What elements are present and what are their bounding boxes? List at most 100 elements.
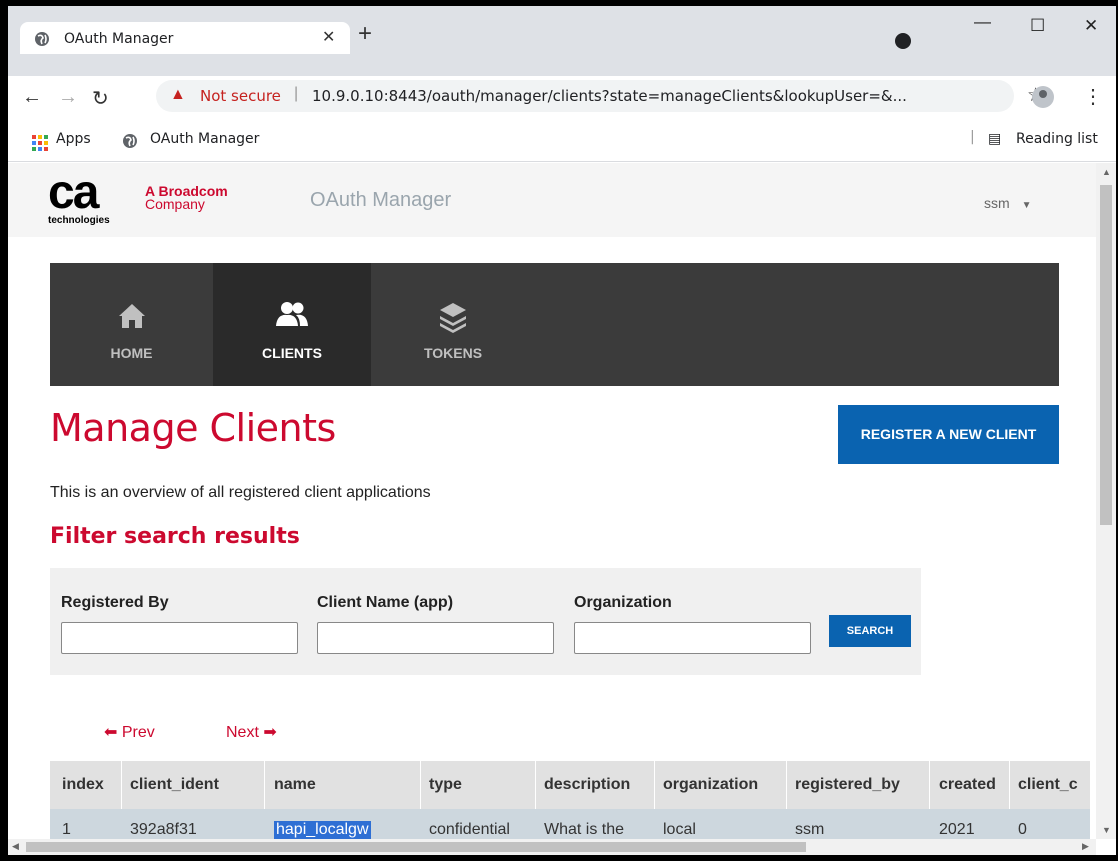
- nav-home[interactable]: HOME: [50, 263, 213, 386]
- bookmark-oauth-manager[interactable]: OAuth Manager: [150, 131, 259, 147]
- scrollbar-thumb[interactable]: [1100, 185, 1112, 525]
- scroll-left-icon[interactable]: ◀: [12, 841, 19, 852]
- arrow-left-icon: ⬅: [104, 724, 118, 741]
- main-nav: HOME CLIENTS TOKENS: [50, 263, 1059, 386]
- minimize-icon[interactable]: —: [974, 12, 991, 32]
- client-name-label: Client Name (app): [317, 594, 454, 611]
- organization-label: Organization: [574, 594, 672, 611]
- column-header[interactable]: created: [939, 776, 996, 794]
- page-description: This is an overview of all registered cl…: [50, 484, 431, 501]
- table-cell: 1: [62, 821, 71, 838]
- tab-strip: OAuth Manager ✕ + — ☐ ✕: [8, 6, 1116, 86]
- close-window-icon[interactable]: ✕: [1084, 16, 1098, 36]
- nav-clients[interactable]: CLIENTS: [213, 263, 371, 386]
- divider: |: [294, 85, 299, 102]
- users-icon: [276, 302, 308, 326]
- scroll-up-icon[interactable]: ▲: [1102, 167, 1111, 177]
- url-text[interactable]: 10.9.0.10:8443/oauth/manager/clients?sta…: [312, 87, 967, 105]
- browser-tab[interactable]: OAuth Manager ✕: [20, 22, 350, 54]
- close-icon[interactable]: ✕: [322, 27, 335, 47]
- table-row[interactable]: 1 392a8f31 hapi_localgw confidential Wha…: [50, 809, 1090, 839]
- more-menu-icon[interactable]: ⋮: [1083, 84, 1103, 109]
- globe-icon: [34, 31, 50, 52]
- logo-mark: ca: [48, 166, 99, 219]
- browser-toolbar: ← → ↻ ▲ Not secure | 10.9.0.10:8443/oaut…: [8, 76, 1116, 122]
- table-cell: 0: [1018, 821, 1027, 838]
- globe-icon: [122, 133, 138, 153]
- column-header[interactable]: name: [274, 776, 316, 794]
- table-cell: ssm: [795, 821, 825, 838]
- chevron-down-icon: ▼: [1021, 200, 1032, 211]
- page-content: ca technologies A Broadcom Company OAuth…: [8, 163, 1096, 839]
- column-header[interactable]: client_ident: [130, 776, 219, 794]
- table-header: index client_ident name type description…: [50, 761, 1090, 809]
- search-button[interactable]: SEARCH: [829, 615, 911, 647]
- prev-link[interactable]: ⬅ Prev: [104, 722, 155, 742]
- window-controls: — ☐ ✕: [966, 12, 1116, 46]
- back-icon[interactable]: ←: [22, 86, 42, 109]
- browser-window: OAuth Manager ✕ + — ☐ ✕ ← → ↻ ▲ Not secu…: [8, 6, 1116, 855]
- organization-input[interactable]: [574, 622, 811, 654]
- table-cell[interactable]: hapi_localgw: [274, 821, 371, 839]
- scroll-right-icon[interactable]: ▶: [1082, 841, 1089, 852]
- next-label: Next: [226, 724, 259, 741]
- horizontal-scrollbar[interactable]: ◀ ▶: [8, 839, 1096, 855]
- divider: [654, 761, 655, 809]
- divider: |: [970, 129, 975, 145]
- broadcom-line2: Company: [145, 196, 205, 212]
- user-name: ssm: [984, 195, 1010, 211]
- nav-clients-label: CLIENTS: [262, 345, 322, 361]
- next-link[interactable]: Next ➡: [226, 722, 277, 742]
- forward-icon[interactable]: →: [58, 86, 78, 109]
- divider: [264, 761, 265, 809]
- divider: [535, 761, 536, 809]
- vertical-scrollbar[interactable]: ▲ ▼: [1096, 163, 1116, 839]
- arrow-right-icon: ➡: [263, 724, 277, 741]
- nav-home-label: HOME: [110, 345, 153, 361]
- filter-panel: Registered By Client Name (app) Organiza…: [50, 568, 921, 675]
- logo-subtext: technologies: [48, 215, 110, 226]
- scroll-down-icon[interactable]: ▼: [1102, 825, 1111, 835]
- tab-title: OAuth Manager: [64, 31, 174, 47]
- column-header[interactable]: organization: [663, 776, 758, 794]
- avatar[interactable]: [1032, 86, 1054, 108]
- column-header[interactable]: description: [544, 776, 630, 794]
- column-header[interactable]: client_c: [1018, 776, 1078, 794]
- table-cell: 2021: [939, 821, 975, 838]
- app-title: OAuth Manager: [310, 189, 452, 211]
- divider: [929, 761, 930, 809]
- table-cell: What is the: [544, 821, 625, 838]
- address-bar[interactable]: ▲ Not secure | 10.9.0.10:8443/oauth/mana…: [156, 80, 1044, 112]
- page-title: Manage Clients: [50, 406, 336, 450]
- column-header[interactable]: registered_by: [795, 776, 900, 794]
- table-cell: confidential: [429, 821, 510, 838]
- column-header[interactable]: index: [62, 776, 104, 794]
- not-secure-label: Not secure: [200, 87, 281, 105]
- registered-by-input[interactable]: [61, 622, 298, 654]
- user-menu[interactable]: ssm ▼: [984, 195, 1031, 211]
- table-cell: local: [663, 821, 696, 838]
- nav-tokens[interactable]: TOKENS: [371, 263, 535, 386]
- divider: [1009, 761, 1010, 809]
- divider: [786, 761, 787, 809]
- profile-indicator-icon[interactable]: [895, 33, 911, 49]
- bookmark-apps[interactable]: Apps: [56, 131, 91, 147]
- registered-by-label: Registered By: [61, 594, 169, 611]
- reload-icon[interactable]: ↻: [92, 86, 109, 111]
- new-tab-icon[interactable]: +: [358, 20, 372, 48]
- divider: [420, 761, 421, 809]
- filter-title: Filter search results: [50, 524, 300, 549]
- reading-list-button[interactable]: Reading list: [1016, 131, 1098, 147]
- bookmarks-bar: Apps OAuth Manager | ▤ Reading list: [8, 122, 1116, 162]
- column-header[interactable]: type: [429, 776, 462, 794]
- warning-icon: ▲: [170, 86, 186, 103]
- apps-grid-icon: [32, 135, 48, 151]
- broadcom-tagline: A Broadcom Company: [145, 184, 228, 212]
- maximize-icon[interactable]: ☐: [1030, 16, 1045, 36]
- divider: [121, 761, 122, 809]
- prev-label: Prev: [121, 724, 155, 741]
- register-client-button[interactable]: REGISTER A NEW CLIENT: [838, 405, 1059, 464]
- client-name-input[interactable]: [317, 622, 554, 654]
- reading-list-icon: ▤: [988, 131, 1002, 147]
- scrollbar-thumb[interactable]: [26, 842, 806, 852]
